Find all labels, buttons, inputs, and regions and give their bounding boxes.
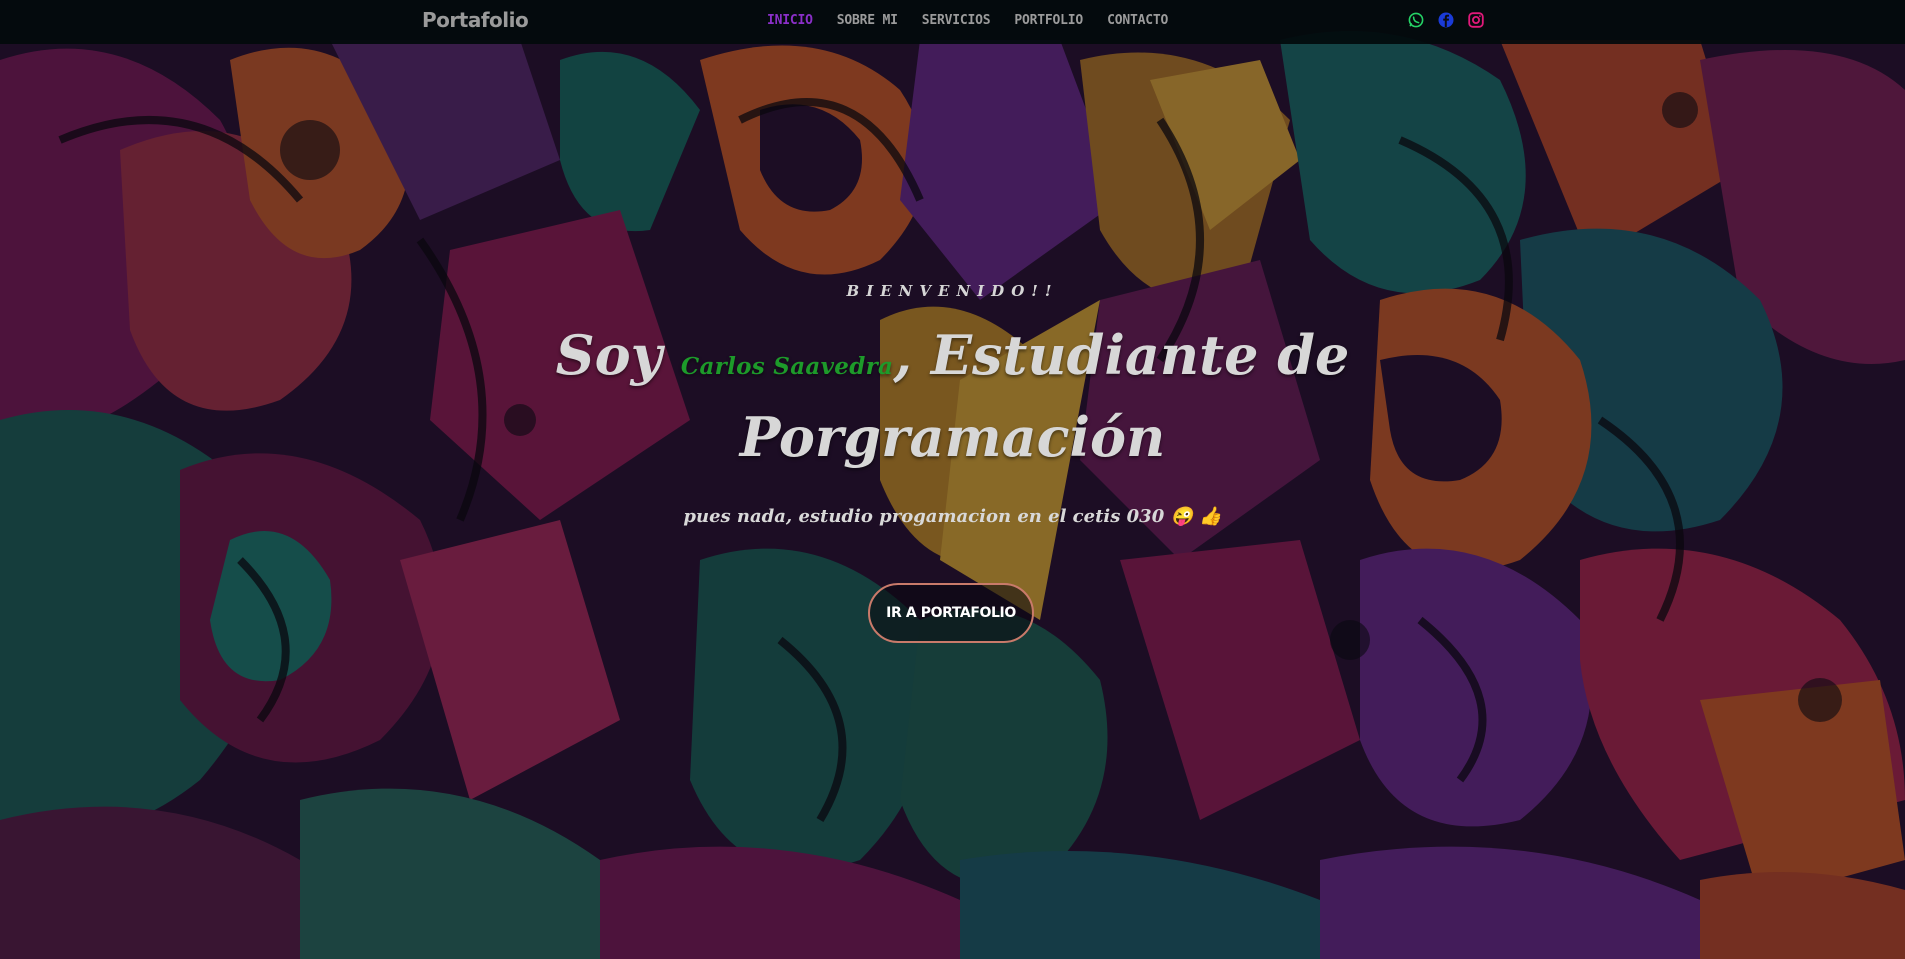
social-links [1407, 11, 1485, 29]
nav-item-sobre-mi: SOBRE MI [825, 13, 910, 28]
whatsapp-icon[interactable] [1407, 11, 1425, 29]
nav-link-servicios[interactable]: SERVICIOS [910, 13, 1003, 28]
nav-link-inicio[interactable]: INICIO [755, 13, 825, 28]
headline-suffix: , Estudiante de Porgramación [739, 323, 1350, 469]
nav-item-servicios: SERVICIOS [910, 13, 1003, 28]
student-name: Carlos Saavedra [680, 353, 894, 380]
instagram-icon[interactable] [1467, 11, 1485, 29]
nav-menu: INICIO SOBRE MI SERVICIOS PORTFOLIO CONT… [755, 13, 1180, 28]
nav-item-portfolio: PORTFOLIO [1002, 13, 1095, 28]
go-to-portfolio-button[interactable]: IR A PORTAFOLIO [868, 583, 1034, 643]
nav-link-portfolio[interactable]: PORTFOLIO [1002, 13, 1095, 28]
headline-prefix: Soy [555, 323, 681, 387]
hero-headline: Soy Carlos Saavedra, Estudiante de Porgr… [540, 320, 1365, 472]
nav-link-sobre-mi[interactable]: SOBRE MI [825, 13, 910, 28]
nav-link-contacto[interactable]: CONTACTO [1095, 13, 1180, 28]
hero-description: pues nada, estudio progamacion en el cet… [683, 506, 1222, 527]
brand-logo-link[interactable]: Portafolio [422, 8, 529, 32]
facebook-icon[interactable] [1437, 11, 1455, 29]
nav-item-contacto: CONTACTO [1095, 13, 1180, 28]
welcome-subtitle: BIENVENIDO!! [846, 282, 1059, 300]
hero-content: BIENVENIDO!! Soy Carlos Saavedra, Estudi… [0, 0, 1905, 959]
hero-section: Portafolio INICIO SOBRE MI SERVICIOS POR… [0, 0, 1905, 959]
top-navbar: Portafolio INICIO SOBRE MI SERVICIOS POR… [0, 0, 1905, 44]
nav-item-inicio: INICIO [755, 13, 825, 28]
